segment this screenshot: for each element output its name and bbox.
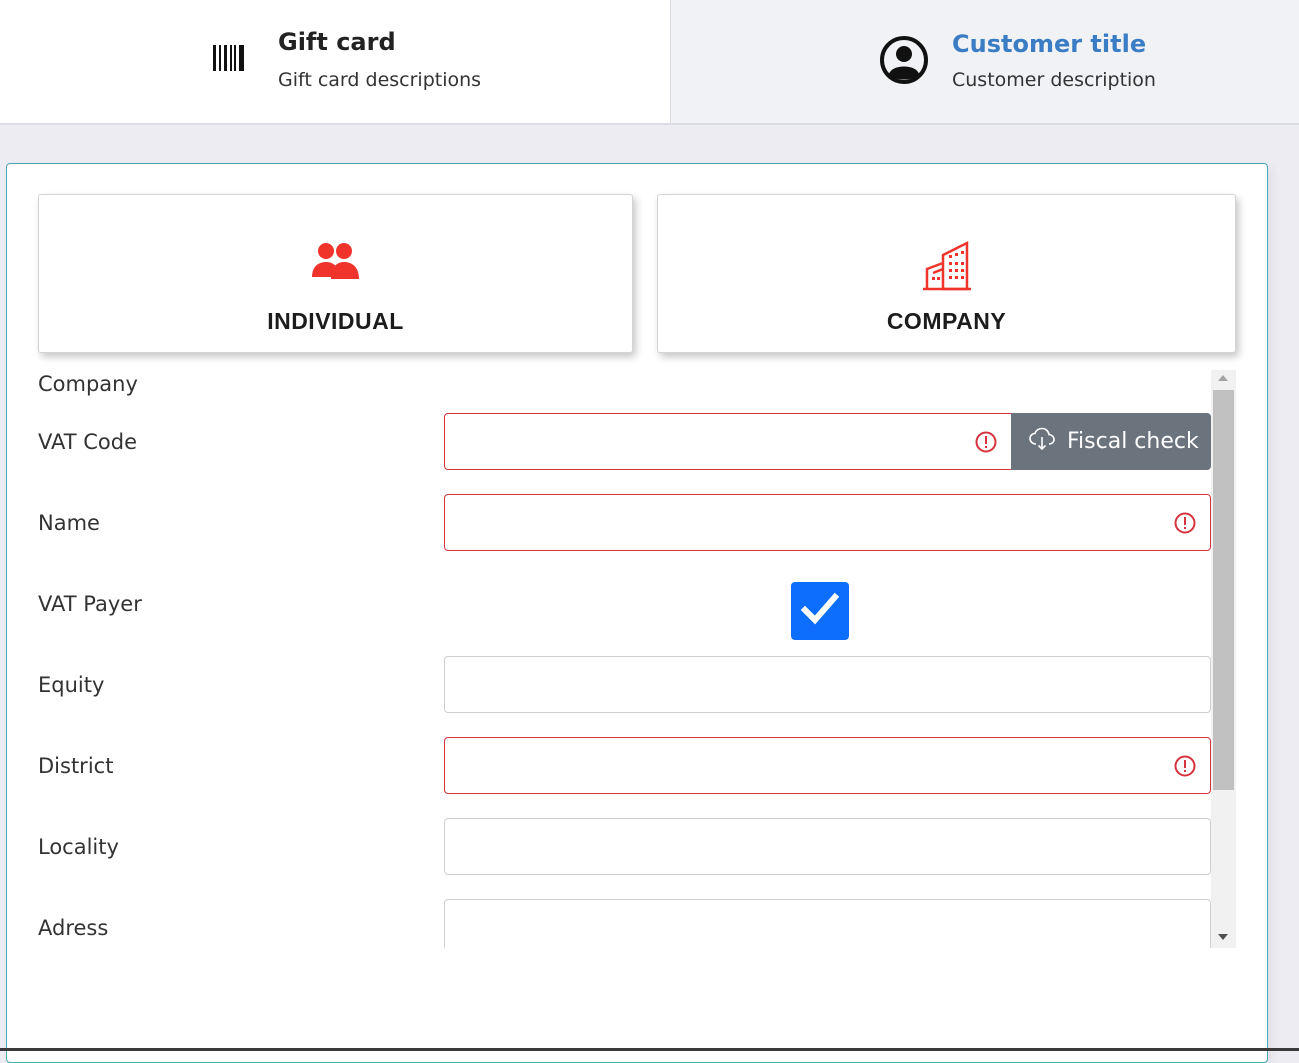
scroll-down-arrow-icon[interactable] (1218, 934, 1228, 940)
tab-customer[interactable]: Customer title Customer description (670, 0, 1299, 123)
scroll-thumb[interactable] (1213, 390, 1234, 790)
adress-input[interactable] (444, 899, 1211, 948)
users-icon (311, 241, 361, 285)
vat-code-input[interactable] (444, 413, 1012, 470)
tab-description: Gift card descriptions (278, 69, 482, 91)
adress-label: Adress (38, 916, 109, 940)
form-scrollbar[interactable] (1211, 370, 1236, 948)
vat-payer-label: VAT Payer (38, 592, 142, 616)
name-input[interactable] (444, 494, 1211, 551)
company-form[interactable]: Company VAT Code Fiscal check Name VAT P… (38, 370, 1236, 948)
cloud-download-icon (1029, 427, 1055, 457)
equity-input[interactable] (444, 656, 1211, 713)
tab-description: Customer description (952, 69, 1156, 91)
section-title: Company (38, 372, 138, 396)
district-label: District (38, 754, 114, 778)
fiscal-check-button[interactable]: Fiscal check (1011, 413, 1211, 470)
locality-label: Locality (38, 835, 119, 859)
vat-code-label: VAT Code (38, 430, 138, 454)
checkmark-icon (800, 592, 840, 630)
tab-gift-card[interactable]: Gift card Gift card descriptions (0, 0, 670, 123)
scroll-up-arrow-icon[interactable] (1218, 375, 1228, 381)
error-icon (1174, 755, 1196, 781)
tab-title: Customer title (952, 30, 1147, 58)
company-card[interactable]: COMPANY (657, 194, 1236, 353)
fiscal-check-label: Fiscal check (1067, 429, 1199, 454)
building-icon (922, 240, 971, 295)
individual-card[interactable]: INDIVIDUAL (38, 194, 633, 353)
vat-payer-checkbox[interactable] (791, 582, 849, 640)
error-icon (975, 431, 997, 457)
user-circle-icon (879, 35, 929, 89)
error-icon (1174, 512, 1196, 538)
name-label: Name (38, 511, 100, 535)
equity-label: Equity (38, 673, 105, 697)
header-tabs: Gift card Gift card descriptions Custome… (0, 0, 1299, 125)
tab-title: Gift card (278, 28, 396, 56)
individual-label: INDIVIDUAL (267, 308, 404, 334)
barcode-icon (213, 45, 245, 75)
locality-input[interactable] (444, 818, 1211, 875)
district-input[interactable] (444, 737, 1211, 794)
company-label: COMPANY (886, 308, 1007, 334)
